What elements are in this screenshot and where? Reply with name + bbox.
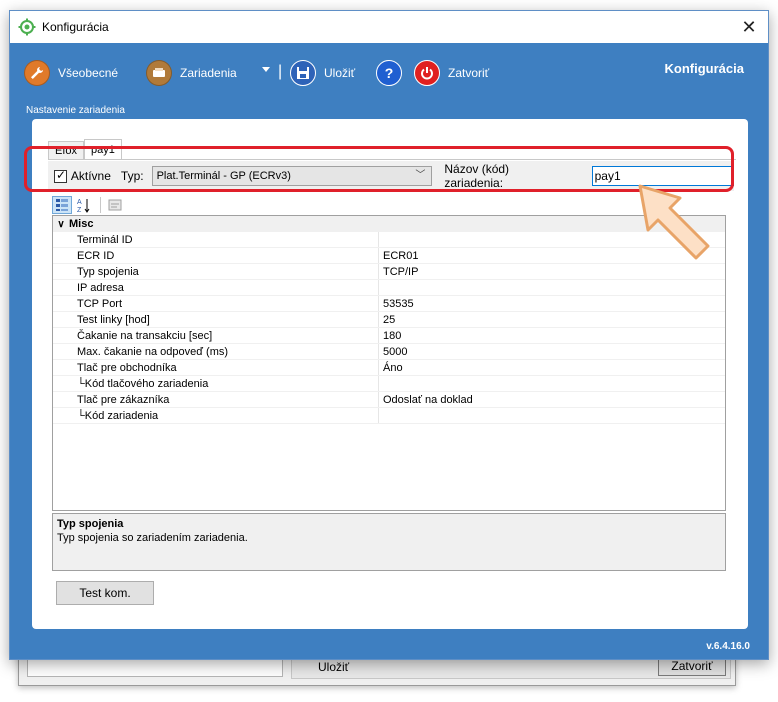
devices-button[interactable]: Zariadenia [146,59,237,87]
wrench-icon [24,60,50,86]
property-value[interactable]: 53535 [379,296,725,311]
property-name: Čakanie na transakciu [sec] [53,328,379,343]
close-label: Zatvoriť [448,66,490,80]
general-button[interactable]: Všeobecné [24,59,118,87]
help-button[interactable]: ? [376,59,410,87]
table-row[interactable]: IP adresa [53,280,725,296]
property-value[interactable]: 25 [379,312,725,327]
property-name: IP adresa [53,280,379,295]
categorized-view-icon[interactable] [52,196,72,214]
svg-text:Z: Z [77,207,82,213]
property-name: Tlač pre obchodníka [53,360,379,375]
background-save-label: Uložiť [318,660,350,674]
main-toolbar: Všeobecné Zariadenia | Uložiť ? Zatvoriť… [10,43,768,116]
save-label: Uložiť [324,66,356,80]
property-name: Tlač pre zákazníka [53,392,379,407]
property-name: ECR ID [53,248,379,263]
description-text: Typ spojenia so zariadením zariadenia. [57,532,248,544]
window-title: Konfigurácia [42,20,109,34]
general-label: Všeobecné [58,66,119,80]
devices-dropdown-caret[interactable] [262,67,270,72]
property-value[interactable]: Áno [379,360,725,375]
dialog-subtitle: Nastavenie zariadenia [26,105,125,116]
help-icon: ? [376,60,402,86]
description-panel: Typ spojenia Typ spojenia so zariadením … [52,513,726,571]
save-button[interactable]: Uložiť [290,59,355,87]
chevron-down-icon[interactable]: ∨ [53,219,69,230]
dialog-heading: Konfigurácia [664,61,744,76]
property-name: Typ spojenia [53,264,379,279]
title-bar: Konfigurácia ✕ [10,11,768,43]
table-row[interactable]: Čakanie na transakciu [sec] 180 [53,328,725,344]
property-name: └Kód zariadenia [53,408,379,423]
floppy-icon [290,60,316,86]
highlight-annotation [24,146,734,192]
table-row[interactable]: Typ spojenia TCP/IP [53,264,725,280]
test-communication-button[interactable]: Test kom. [56,581,154,605]
pointer-arrow-icon [638,184,710,260]
table-row[interactable]: Max. čakanie na odpoveď (ms) 5000 [53,344,725,360]
description-title: Typ spojenia [57,518,124,530]
category-label: Misc [69,218,94,230]
property-value[interactable]: Odoslať na doklad [379,392,725,407]
close-window-button[interactable]: ✕ [738,16,760,38]
table-row[interactable]: └Kód tlačového zariadenia [53,376,725,392]
table-row[interactable]: TCP Port 53535 [53,296,725,312]
property-grid: ∨ Misc Terminál ID ECR ID ECR01 Typ spoje… [52,215,726,511]
grid-toolbar-separator [100,197,101,213]
property-value[interactable] [379,408,725,423]
table-row[interactable]: └Kód zariadenia [53,408,725,424]
devices-label: Zariadenia [180,66,237,80]
version-label: v.6.4.16.0 [706,641,750,652]
property-name: Max. čakanie na odpoveď (ms) [53,344,379,359]
property-value[interactable] [379,376,725,391]
table-row[interactable]: Tlač pre zákazníka Odoslať na doklad [53,392,725,408]
table-row[interactable]: Tlač pre obchodníka Áno [53,360,725,376]
property-value[interactable]: 5000 [379,344,725,359]
app-icon [18,18,36,36]
property-pages-icon[interactable] [105,196,125,214]
svg-text:A: A [77,199,82,206]
device-icon [146,60,172,86]
close-button[interactable]: Zatvoriť [414,59,489,87]
grid-category: ∨ Misc [53,216,725,232]
alphabetical-sort-icon[interactable]: AZ [74,196,94,214]
property-value[interactable]: 180 [379,328,725,343]
table-row[interactable]: ECR ID ECR01 [53,248,725,264]
power-icon [414,60,440,86]
property-name: Test linky [hod] [53,312,379,327]
table-row[interactable]: Test linky [hod] 25 [53,312,725,328]
configuration-dialog: Konfigurácia ✕ Všeobecné Zariadenia | Ul… [9,10,769,660]
property-value[interactable] [379,280,725,295]
property-name: └Kód tlačového zariadenia [53,376,379,391]
property-grid-toolbar: AZ [52,195,127,215]
property-name: Terminál ID [53,232,379,247]
toolbar-separator: | [278,63,283,80]
table-row[interactable]: Terminál ID [53,232,725,248]
property-name: TCP Port [53,296,379,311]
